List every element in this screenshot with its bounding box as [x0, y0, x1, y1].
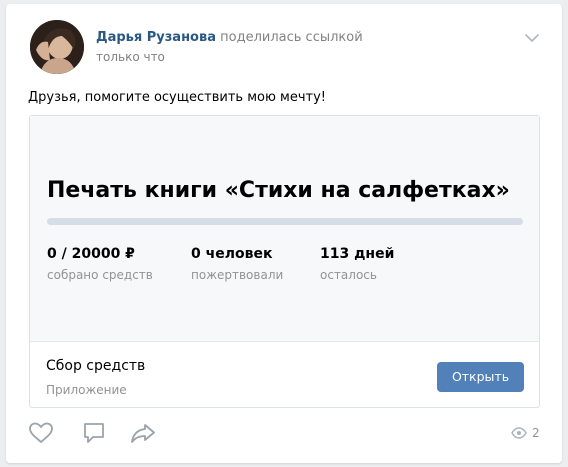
- app-type: Приложение: [46, 383, 127, 397]
- views-count: 2: [532, 426, 540, 440]
- post-text: Друзья, помогите осуществить мою мечту!: [28, 90, 326, 105]
- stat-label: осталось: [320, 268, 377, 282]
- fundraiser-summary: Печать книги «Стихи на салфетках» 0 / 20…: [30, 116, 539, 342]
- app-name: Сбор средств: [46, 358, 146, 374]
- views-counter: 2: [511, 425, 540, 441]
- stat-value: 0 / 20000 ₽: [47, 246, 135, 262]
- eye-icon: [511, 427, 527, 439]
- stat-collected: 0 / 20000 ₽ собрано средств: [47, 246, 153, 282]
- heart-icon[interactable]: [28, 421, 54, 445]
- stat-label: пожертвовали: [191, 268, 284, 282]
- avatar-photo-icon: [30, 20, 84, 74]
- stat-value: 113 дней: [320, 246, 395, 262]
- post-time[interactable]: только что: [96, 50, 165, 64]
- fundraiser-title: Печать книги «Стихи на салфетках»: [47, 178, 510, 203]
- open-button[interactable]: Открыть: [437, 362, 524, 392]
- post-card: Дарья Рузанова поделилась ссылкой только…: [6, 4, 562, 463]
- fundraiser-progress-bar: [47, 218, 523, 225]
- comment-icon[interactable]: [81, 421, 107, 445]
- chevron-down-icon[interactable]: [524, 32, 540, 44]
- stat-donors: 0 человек пожертвовали: [191, 246, 283, 282]
- stat-days-left: 113 дней осталось: [320, 246, 394, 282]
- author-line: Дарья Рузанова поделилась ссылкой: [96, 30, 363, 45]
- fundraiser-attachment[interactable]: Печать книги «Стихи на салфетках» 0 / 20…: [29, 115, 540, 408]
- avatar[interactable]: [30, 20, 84, 74]
- author-name[interactable]: Дарья Рузанова: [96, 30, 216, 45]
- stat-label: собрано средств: [47, 268, 153, 282]
- share-icon[interactable]: [130, 421, 156, 445]
- stat-value: 0 человек: [191, 246, 273, 262]
- author-action: поделилась ссылкой: [220, 30, 363, 45]
